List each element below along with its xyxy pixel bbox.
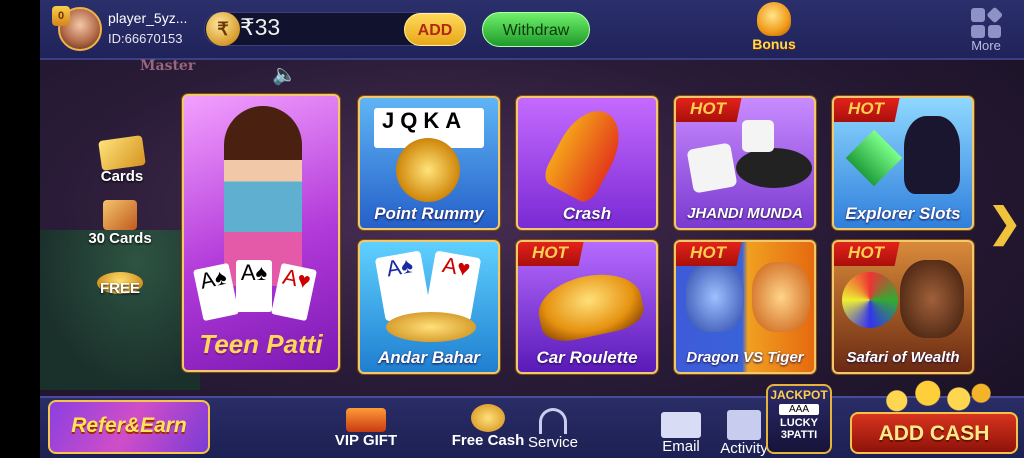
screen-bezel: [0, 0, 40, 458]
roulette-wheel-icon: [842, 272, 898, 328]
spade-chip-icon: [396, 138, 460, 202]
ticket-icon: [103, 200, 137, 230]
car-icon: [532, 265, 648, 347]
dragon-illustration: [686, 262, 744, 332]
game-tile-label: Dragon VS Tiger: [686, 349, 804, 366]
gold-tray-icon: [386, 312, 476, 342]
bonus-label: Bonus: [752, 36, 796, 52]
game-tile-label: Crash: [562, 204, 612, 223]
game-tile-jhandi-munda[interactable]: HOT JHANDI MUNDA: [674, 96, 816, 230]
rupee-coin-icon: ₹: [206, 12, 240, 46]
cat-illustration: [904, 116, 960, 194]
email-button[interactable]: Email: [654, 412, 708, 455]
game-tile-label: Car Roulette: [536, 348, 638, 367]
add-cash-label: ADD CASH: [878, 422, 990, 445]
game-tile-label: Safari of Wealth: [846, 349, 960, 366]
game-tile-dragon-vs-tiger[interactable]: HOT Dragon VS Tiger: [674, 240, 816, 374]
rocket-icon: [540, 100, 632, 206]
ace-card-icon: A♠: [374, 250, 432, 322]
side-item-label: 30 Cards: [88, 230, 152, 247]
player-id: ID:66670153: [108, 31, 183, 46]
plate-icon: [736, 148, 812, 188]
gift-icon: [346, 408, 386, 432]
activity-button[interactable]: Activity: [714, 410, 774, 457]
money-bag-icon: [471, 404, 505, 432]
ace-card-icon: A♥: [424, 250, 482, 322]
game-tile-safari-of-wealth[interactable]: HOT Safari of Wealth: [832, 240, 974, 374]
bonus-pot-icon: [757, 2, 791, 36]
side-item-cards[interactable]: Cards: [82, 135, 162, 185]
service-label: Service: [527, 434, 579, 451]
game-tile-label: Teen Patti: [199, 329, 323, 359]
dice-icon: [742, 120, 774, 152]
vip-gift-label: VIP GIFT: [334, 432, 398, 449]
hot-badge: HOT: [676, 242, 742, 266]
more-label: More: [971, 38, 1001, 53]
hot-badge: HOT: [518, 242, 584, 266]
jackpot-cards-icon: AAA: [779, 404, 819, 415]
buffalo-illustration: [900, 260, 964, 338]
vip-gift-button[interactable]: VIP GIFT: [326, 408, 406, 449]
card-table-decor: [40, 230, 200, 390]
hot-badge: HOT: [834, 98, 900, 122]
chevron-right-icon[interactable]: ❯: [988, 200, 1022, 246]
refer-earn-button[interactable]: Refer&Earn: [48, 400, 210, 454]
lucky-3patti-jackpot-button[interactable]: JACKPOT AAA LUCKY 3PATTI: [766, 384, 832, 454]
side-item-30-cards[interactable]: 30 Cards: [80, 200, 160, 247]
game-tile-car-roulette[interactable]: HOT Car Roulette: [516, 240, 658, 374]
game-tile-explorer-slots[interactable]: HOT Explorer Slots: [832, 96, 974, 230]
game-tile-point-rummy[interactable]: JQKA Point Rummy: [358, 96, 500, 230]
bonus-button[interactable]: Bonus: [746, 2, 802, 58]
email-label: Email: [662, 438, 700, 455]
grid-icon: [971, 6, 1003, 38]
dealer-illustration: [224, 106, 302, 286]
background-sign: Master: [140, 58, 196, 74]
service-button[interactable]: Service: [526, 408, 580, 451]
jackpot-subtitle: LUCKY 3PATTI: [780, 417, 818, 441]
game-tile-crash[interactable]: Crash: [516, 96, 658, 230]
headset-icon: [539, 408, 567, 434]
add-button[interactable]: ADD: [404, 13, 466, 46]
gift-box-icon: [727, 410, 761, 440]
envelope-icon: [661, 412, 701, 438]
game-tile-andar-bahar[interactable]: A♠ A♥ Andar Bahar: [358, 240, 500, 374]
activity-label: Activity: [720, 440, 768, 457]
add-cash-button[interactable]: ADD CASH: [850, 412, 1018, 454]
withdraw-button[interactable]: Withdraw: [482, 12, 590, 47]
ace-card-icon: A♠: [236, 260, 272, 312]
game-lobby: 0 player_5yz... ID:66670153 ₹ ₹33 ADD Wi…: [40, 0, 1024, 458]
balance-amount: ₹33: [240, 14, 281, 40]
game-tile-label: Point Rummy: [374, 204, 484, 223]
jackpot-title: JACKPOT: [770, 388, 828, 402]
game-tile-label: Andar Bahar: [377, 348, 481, 367]
refer-earn-label: Refer&Earn: [71, 414, 187, 437]
dice-icon: [686, 142, 738, 194]
hot-badge: HOT: [834, 242, 900, 266]
cards-icon: [98, 135, 146, 171]
side-item-free[interactable]: FREE: [80, 272, 160, 297]
game-tile-label: Explorer Slots: [845, 204, 961, 223]
gold-coins-icon: [872, 378, 996, 416]
tiger-illustration: [752, 262, 810, 332]
more-button[interactable]: More: [964, 6, 1008, 53]
game-tile-teen-patti[interactable]: A♠ A♠ A♥ Teen Patti: [182, 94, 340, 372]
speaker-icon[interactable]: 🔈: [272, 62, 297, 87]
side-item-label: Cards: [100, 168, 144, 185]
player-name: player_5yz...: [108, 10, 188, 26]
free-cash-button[interactable]: Free Cash: [446, 404, 530, 449]
side-item-label: FREE: [99, 280, 140, 297]
level-badge: 0: [52, 6, 70, 26]
hot-badge: HOT: [676, 98, 742, 122]
free-cash-label: Free Cash: [451, 432, 525, 449]
game-tile-label: JHANDI MUNDA: [687, 205, 803, 222]
gem-icon: [845, 129, 903, 187]
